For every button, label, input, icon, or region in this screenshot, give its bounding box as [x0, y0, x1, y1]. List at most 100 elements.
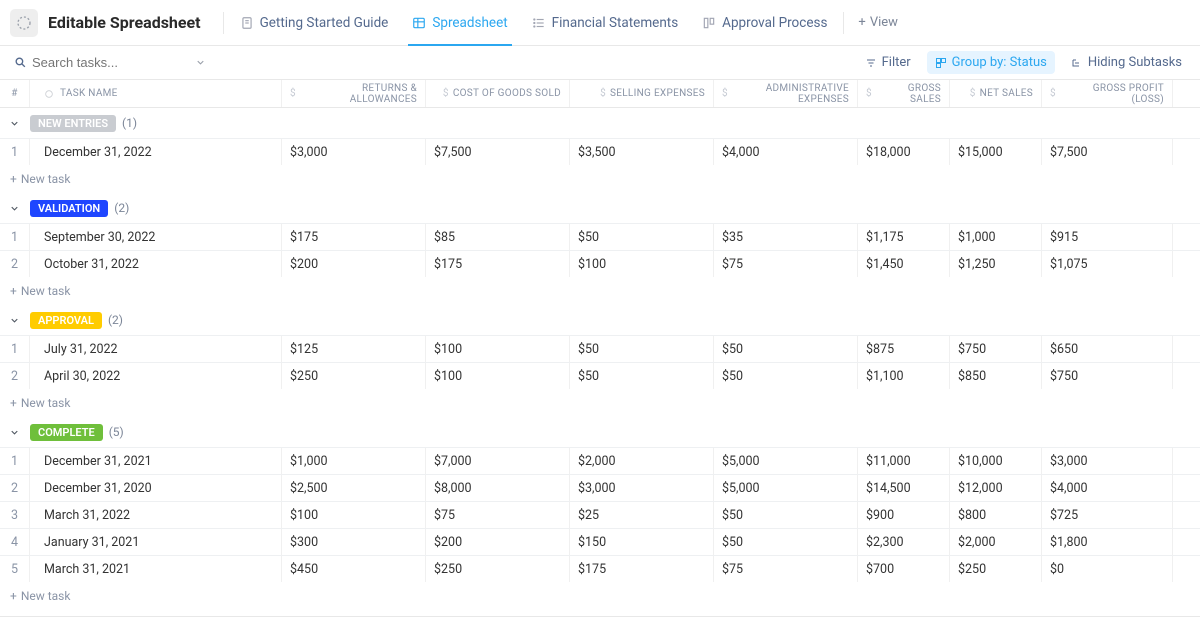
- cell-selling[interactable]: $100: [570, 251, 714, 277]
- cell-net-sales[interactable]: $12,000: [950, 475, 1042, 501]
- cell-cogs[interactable]: $175: [426, 251, 570, 277]
- filter-button[interactable]: Filter: [857, 51, 919, 74]
- cell-admin[interactable]: $5,000: [714, 448, 858, 474]
- cell-gross-profit[interactable]: $7,500: [1042, 139, 1173, 165]
- cell-returns[interactable]: $175: [282, 224, 426, 250]
- cell-cogs[interactable]: $250: [426, 556, 570, 582]
- table-row[interactable]: 1December 31, 2021$1,000$7,000$2,000$5,0…: [0, 447, 1200, 474]
- tab-financial[interactable]: Financial Statements: [520, 0, 691, 45]
- search-input[interactable]: [10, 51, 210, 74]
- cell-gross-sales[interactable]: $18,000: [858, 139, 950, 165]
- hiding-button[interactable]: Hiding Subtasks: [1063, 51, 1190, 74]
- task-name-cell[interactable]: December 31, 2020: [30, 475, 282, 501]
- task-name-cell[interactable]: January 31, 2021: [30, 529, 282, 555]
- table-row[interactable]: 1September 30, 2022$175$85$50$35$1,175$1…: [0, 223, 1200, 250]
- table-row[interactable]: 2April 30, 2022$250$100$50$50$1,100$850$…: [0, 362, 1200, 389]
- chevron-down-icon[interactable]: [195, 57, 206, 68]
- col-admin[interactable]: $ADMINISTRATIVE EXPENSES: [714, 80, 858, 107]
- cell-selling[interactable]: $175: [570, 556, 714, 582]
- cell-returns[interactable]: $300: [282, 529, 426, 555]
- cell-admin[interactable]: $50: [714, 502, 858, 528]
- cell-gross-profit[interactable]: $915: [1042, 224, 1173, 250]
- table-row[interactable]: 3March 31, 2022$100$75$25$50$900$800$725: [0, 501, 1200, 528]
- cell-cogs[interactable]: $200: [426, 529, 570, 555]
- task-name-cell[interactable]: March 31, 2022: [30, 502, 282, 528]
- cell-cogs[interactable]: $7,500: [426, 139, 570, 165]
- table-row[interactable]: 2December 31, 2020$2,500$8,000$3,000$5,0…: [0, 474, 1200, 501]
- task-name-cell[interactable]: December 31, 2022: [30, 139, 282, 165]
- cell-cogs[interactable]: $75: [426, 502, 570, 528]
- group-badge[interactable]: NEW ENTRIES: [30, 115, 116, 132]
- cell-net-sales[interactable]: $850: [950, 363, 1042, 389]
- cell-gross-profit[interactable]: $0: [1042, 556, 1173, 582]
- group-collapse-caret[interactable]: [6, 312, 22, 328]
- task-name-cell[interactable]: September 30, 2022: [30, 224, 282, 250]
- cell-gross-profit[interactable]: $4,000: [1042, 475, 1173, 501]
- tab-spreadsheet[interactable]: Spreadsheet: [400, 0, 519, 45]
- col-num[interactable]: #: [0, 80, 30, 107]
- group-collapse-caret[interactable]: [6, 115, 22, 131]
- cell-admin[interactable]: $35: [714, 224, 858, 250]
- group-collapse-caret[interactable]: [6, 424, 22, 440]
- cell-net-sales[interactable]: $800: [950, 502, 1042, 528]
- cell-admin[interactable]: $50: [714, 336, 858, 362]
- cell-returns[interactable]: $2,500: [282, 475, 426, 501]
- table-row[interactable]: 1July 31, 2022$125$100$50$50$875$750$650: [0, 335, 1200, 362]
- col-gross-sales[interactable]: $GROSS SALES: [858, 80, 950, 107]
- table-row[interactable]: 1December 31, 2022$3,000$7,500$3,500$4,0…: [0, 138, 1200, 165]
- group-badge[interactable]: VALIDATION: [30, 200, 108, 217]
- new-task-button[interactable]: New task: [0, 165, 1200, 193]
- cell-gross-profit[interactable]: $725: [1042, 502, 1173, 528]
- cell-gross-profit[interactable]: $750: [1042, 363, 1173, 389]
- cell-gross-sales[interactable]: $1,450: [858, 251, 950, 277]
- cell-selling[interactable]: $50: [570, 336, 714, 362]
- group-badge[interactable]: APPROVAL: [30, 312, 102, 329]
- new-task-button[interactable]: New task: [0, 389, 1200, 417]
- cell-net-sales[interactable]: $750: [950, 336, 1042, 362]
- cell-net-sales[interactable]: $1,250: [950, 251, 1042, 277]
- new-task-button[interactable]: New task: [0, 582, 1200, 610]
- cell-selling[interactable]: $50: [570, 224, 714, 250]
- cell-selling[interactable]: $50: [570, 363, 714, 389]
- group-by-button[interactable]: Group by: Status: [927, 51, 1055, 74]
- cell-gross-sales[interactable]: $875: [858, 336, 950, 362]
- cell-selling[interactable]: $3,500: [570, 139, 714, 165]
- cell-gross-sales[interactable]: $14,500: [858, 475, 950, 501]
- cell-returns[interactable]: $3,000: [282, 139, 426, 165]
- cell-admin[interactable]: $50: [714, 363, 858, 389]
- task-name-cell[interactable]: April 30, 2022: [30, 363, 282, 389]
- cell-net-sales[interactable]: $15,000: [950, 139, 1042, 165]
- cell-net-sales[interactable]: $250: [950, 556, 1042, 582]
- table-row[interactable]: 2October 31, 2022$200$175$100$75$1,450$1…: [0, 250, 1200, 277]
- cell-gross-profit[interactable]: $1,800: [1042, 529, 1173, 555]
- cell-selling[interactable]: $3,000: [570, 475, 714, 501]
- cell-returns[interactable]: $1,000: [282, 448, 426, 474]
- cell-admin[interactable]: $5,000: [714, 475, 858, 501]
- cell-selling[interactable]: $2,000: [570, 448, 714, 474]
- group-badge[interactable]: COMPLETE: [30, 424, 103, 441]
- cell-cogs[interactable]: $100: [426, 336, 570, 362]
- cell-gross-profit[interactable]: $650: [1042, 336, 1173, 362]
- group-collapse-caret[interactable]: [6, 200, 22, 216]
- cell-gross-sales[interactable]: $900: [858, 502, 950, 528]
- tab-getting-started[interactable]: Getting Started Guide: [228, 0, 401, 45]
- new-task-button[interactable]: New task: [0, 277, 1200, 305]
- cell-gross-profit[interactable]: $1,075: [1042, 251, 1173, 277]
- cell-gross-sales[interactable]: $1,100: [858, 363, 950, 389]
- col-returns[interactable]: $RETURNS & ALLOWANCES: [282, 80, 426, 107]
- cell-returns[interactable]: $125: [282, 336, 426, 362]
- cell-cogs[interactable]: $8,000: [426, 475, 570, 501]
- task-name-cell[interactable]: December 31, 2021: [30, 448, 282, 474]
- table-row[interactable]: 5March 31, 2021$450$250$175$75$700$250$0: [0, 555, 1200, 582]
- cell-net-sales[interactable]: $1,000: [950, 224, 1042, 250]
- col-cogs[interactable]: $COST OF GOODS SOLD: [426, 80, 570, 107]
- col-task-name[interactable]: TASK NAME: [30, 80, 282, 107]
- cell-returns[interactable]: $100: [282, 502, 426, 528]
- cell-gross-profit[interactable]: $3,000: [1042, 448, 1173, 474]
- cell-net-sales[interactable]: $10,000: [950, 448, 1042, 474]
- cell-net-sales[interactable]: $2,000: [950, 529, 1042, 555]
- cell-gross-sales[interactable]: $700: [858, 556, 950, 582]
- cell-admin[interactable]: $75: [714, 251, 858, 277]
- cell-returns[interactable]: $250: [282, 363, 426, 389]
- cell-cogs[interactable]: $7,000: [426, 448, 570, 474]
